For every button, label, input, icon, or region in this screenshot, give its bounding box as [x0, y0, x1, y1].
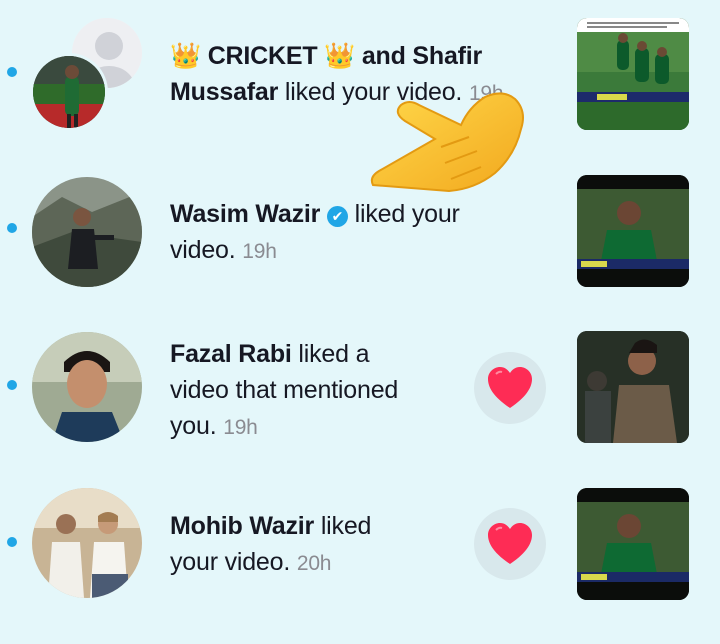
action-text-cont: your video. [170, 548, 291, 576]
action-text-end: you. [170, 412, 217, 440]
avatar[interactable] [30, 53, 108, 131]
crown-icon: 👑 [170, 42, 201, 70]
username-secondary[interactable]: and Shafir [362, 42, 482, 70]
video-thumbnail[interactable] [577, 18, 689, 130]
heart-icon [488, 523, 532, 564]
notification-text[interactable]: Wasim Wazir ✔ liked your video. 19h [170, 196, 460, 270]
video-thumbnail[interactable] [577, 175, 689, 287]
username[interactable]: CRICKET [208, 42, 318, 70]
notification-row[interactable]: Wasim Wazir ✔ liked your video. 19h [0, 170, 720, 300]
unread-dot [7, 380, 17, 390]
avatar[interactable] [32, 177, 142, 287]
unread-dot [7, 537, 17, 547]
pointing-hand-icon [370, 92, 524, 193]
notification-row[interactable]: 👑 CRICKET 👑 and Shafir Mussafar liked yo… [0, 0, 720, 150]
like-back-button[interactable] [474, 508, 546, 580]
notification-row[interactable]: Mohib Wazir liked your video. 20h [0, 480, 720, 620]
heart-icon [488, 367, 532, 408]
action-text: liked your [354, 200, 460, 228]
timestamp: 19h [242, 240, 277, 263]
video-thumbnail[interactable] [577, 488, 689, 600]
video-thumbnail[interactable] [577, 331, 689, 443]
action-text: liked a [298, 340, 370, 368]
action-text-cont: video that mentioned [170, 376, 399, 404]
notification-text[interactable]: Fazal Rabi liked a video that mentioned … [170, 336, 398, 446]
unread-dot [7, 67, 17, 77]
action-text-cont: video. [170, 236, 236, 264]
verified-badge-icon: ✔ [326, 206, 348, 227]
username[interactable]: Mohib Wazir [170, 512, 314, 540]
crown-icon: 👑 [324, 42, 356, 70]
notification-text[interactable]: Mohib Wazir liked your video. 20h [170, 508, 371, 582]
like-back-button[interactable] [474, 352, 546, 424]
username[interactable]: Fazal Rabi [170, 340, 292, 368]
unread-dot [7, 223, 17, 233]
timestamp: 20h [296, 552, 332, 575]
timestamp: 19h [223, 416, 258, 439]
notification-row[interactable]: Fazal Rabi liked a video that mentioned … [0, 320, 720, 460]
avatar[interactable] [32, 488, 142, 598]
username-secondary-cont[interactable]: Mussafar [170, 78, 278, 106]
avatar[interactable] [32, 332, 142, 442]
action-text: liked [320, 512, 372, 540]
username[interactable]: Wasim Wazir [170, 200, 320, 228]
